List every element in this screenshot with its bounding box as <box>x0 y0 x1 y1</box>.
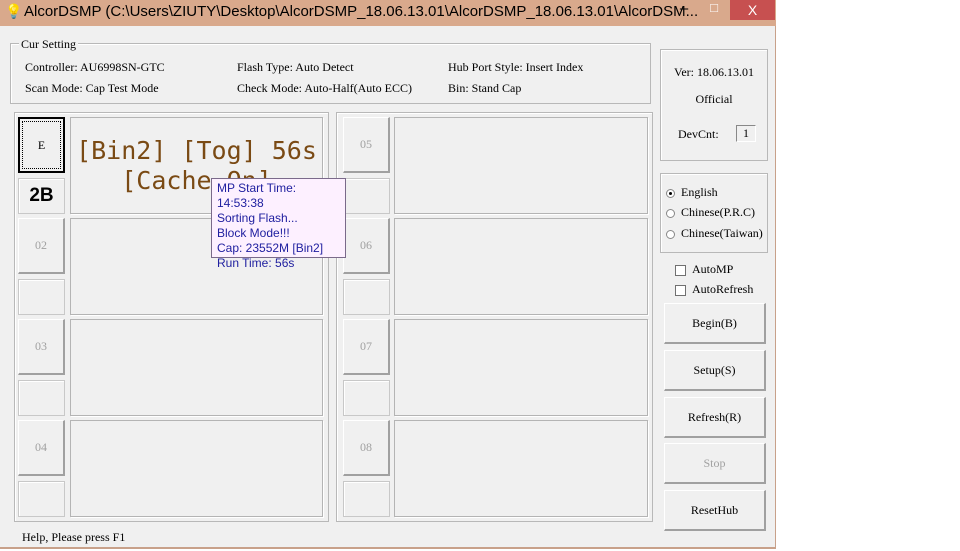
controller-label: Controller: AU6998SN-GTC <box>25 60 165 74</box>
bin-label: Bin: Stand Cap <box>448 81 522 95</box>
slot-button[interactable]: 08 <box>343 420 390 476</box>
slot-button[interactable]: 06 <box>343 218 390 274</box>
stop-button[interactable]: Stop <box>664 443 766 484</box>
slot-id-box <box>343 279 390 315</box>
version-group: Ver: 18.06.13.01 Official DevCnt: 1 <box>660 49 768 161</box>
language-chinese-prc[interactable]: Chinese(P.R.C) <box>666 205 755 220</box>
lightbulb-icon: 💡 <box>5 5 23 20</box>
language-chinese-taiwan-label: Chinese(Taiwan) <box>681 226 763 240</box>
slot-id-box <box>18 481 65 517</box>
slot-status-panel <box>394 117 648 214</box>
begin-button[interactable]: Begin(B) <box>664 303 766 344</box>
language-chinese-taiwan[interactable]: Chinese(Taiwan) <box>666 226 763 241</box>
tooltip-line: Block Mode!!! <box>217 226 290 240</box>
slot-status-panel <box>70 319 323 416</box>
scan-mode-label: Scan Mode: Cap Test Mode <box>25 81 159 95</box>
edition-label: Official <box>695 92 733 106</box>
setup-button[interactable]: Setup(S) <box>664 350 766 391</box>
slot-button[interactable]: 02 <box>18 218 65 274</box>
autorefresh-label: AutoRefresh <box>692 282 754 296</box>
cur-setting-group: Cur Setting Controller: AU6998SN-GTC Fla… <box>10 37 651 104</box>
close-button[interactable]: X <box>730 0 775 20</box>
window-title: AlcorDSMP (C:\Users\ZIUTY\Desktop\AlcorD… <box>24 3 699 20</box>
checkbox-icon[interactable] <box>675 284 686 296</box>
slot-status-text: [Bin2] [Tog] 56s <box>76 136 317 165</box>
flash-type-label: Flash Type: Auto Detect <box>237 60 354 74</box>
slot-button[interactable]: 05 <box>343 117 390 173</box>
title-bar[interactable]: 💡 AlcorDSMP (C:\Users\ZIUTY\Desktop\Alco… <box>0 0 776 26</box>
slot-id-box <box>18 380 65 416</box>
status-bar-text: Help, Please press F1 <box>22 530 126 544</box>
radio-icon[interactable] <box>666 229 675 239</box>
devcnt-label: DevCnt: <box>678 127 719 141</box>
slot-id-box <box>343 178 390 214</box>
slot-button[interactable]: 03 <box>18 319 65 375</box>
language-chinese-prc-label: Chinese(P.R.C) <box>681 205 756 219</box>
maximize-button[interactable]: □ <box>700 0 728 22</box>
slot-id-box <box>18 279 65 315</box>
resethub-button[interactable]: ResetHub <box>664 490 766 531</box>
refresh-button[interactable]: Refresh(R) <box>664 397 766 438</box>
language-group: English Chinese(P.R.C) Chinese(Taiwan) <box>660 173 768 253</box>
slot-status-panel <box>394 218 648 315</box>
language-english[interactable]: English <box>666 185 718 200</box>
slot-id-box <box>343 481 390 517</box>
hub-port-style-label: Hub Port Style: Insert Index <box>448 60 584 74</box>
version-label: Ver: 18.06.13.01 <box>674 65 754 79</box>
tooltip-line: MP Start Time: 14:53:38 <box>217 181 297 210</box>
slot-button[interactable]: 04 <box>18 420 65 476</box>
devcnt-value: 1 <box>736 125 756 142</box>
slot-status-panel <box>394 420 648 517</box>
radio-icon[interactable] <box>666 208 675 218</box>
slot-tooltip: MP Start Time: 14:53:38 Sorting Flash...… <box>211 178 346 270</box>
tooltip-line: Sorting Flash... <box>217 211 298 225</box>
tooltip-line: Cap: 23552M [Bin2] <box>217 241 324 255</box>
slot-button[interactable]: 07 <box>343 319 390 375</box>
cur-setting-legend: Cur Setting <box>19 37 79 52</box>
check-mode-label: Check Mode: Auto-Half(Auto ECC) <box>237 81 412 95</box>
tooltip-line: Run Time: 56s <box>217 256 295 270</box>
automp-label: AutoMP <box>692 262 734 276</box>
autorefresh-checkbox[interactable]: AutoRefresh <box>675 282 753 297</box>
slot-id-box <box>343 380 390 416</box>
slot-status-panel <box>70 420 323 517</box>
checkbox-icon[interactable] <box>675 264 686 276</box>
language-english-label: English <box>681 185 718 199</box>
minimize-button[interactable]: – <box>670 0 698 22</box>
slot-id-box: 2B <box>18 178 65 214</box>
slot-status-panel <box>394 319 648 416</box>
main-window: 💡 AlcorDSMP (C:\Users\ZIUTY\Desktop\Alco… <box>0 0 776 549</box>
slot-button[interactable]: E <box>18 117 65 173</box>
automp-checkbox[interactable]: AutoMP <box>675 262 733 277</box>
radio-icon[interactable] <box>666 188 675 198</box>
